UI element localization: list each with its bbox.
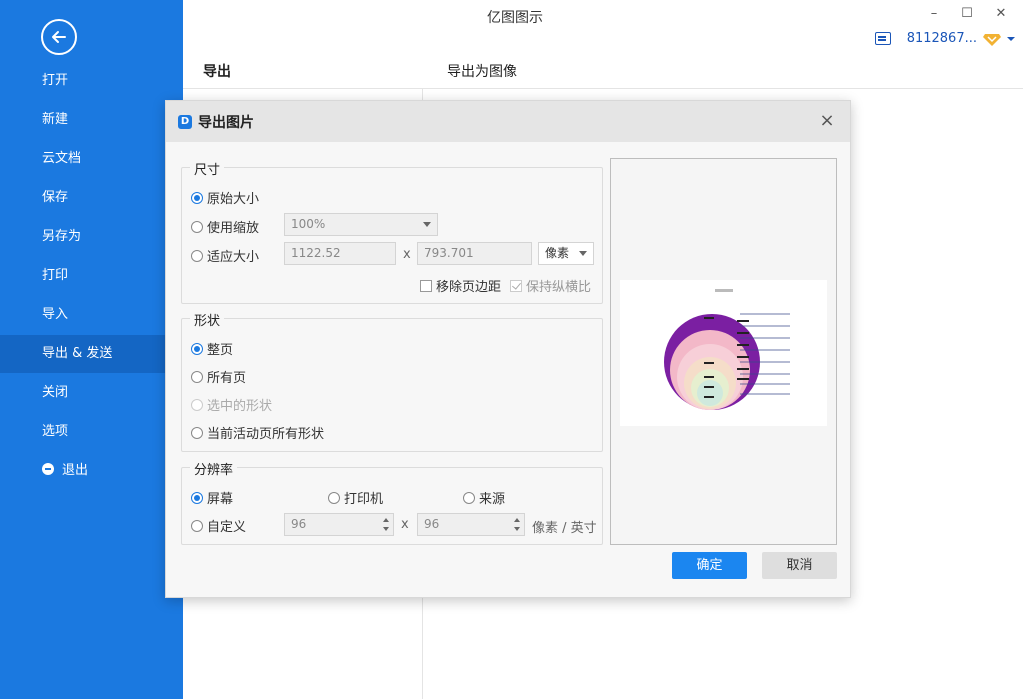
radio-label: 整页: [207, 343, 234, 358]
sidebar-item-label: 导入: [42, 307, 69, 322]
shape-legend: 形状: [190, 310, 225, 329]
chevron-down-icon: [579, 251, 587, 256]
vip-diamond-icon[interactable]: [983, 32, 1001, 46]
sidebar-item-label: 另存为: [42, 229, 82, 244]
user-id[interactable]: 8112867...: [907, 31, 977, 46]
resolution-legend: 分辨率: [190, 459, 238, 478]
dpi-unit-label: 像素 / 英寸: [532, 521, 597, 536]
checkbox-label: 保持纵横比: [526, 280, 592, 295]
unit-select[interactable]: 像素: [538, 242, 594, 265]
export-preview: [610, 158, 837, 545]
sidebar-item-import[interactable]: 导入: [0, 296, 183, 334]
sidebar-item-label: 导出 & 发送: [42, 346, 113, 361]
radio-original-size[interactable]: 原始大小: [191, 188, 259, 207]
chevron-down-icon[interactable]: [1007, 36, 1015, 42]
radio-label: 使用缩放: [207, 221, 260, 236]
sidebar-item-label: 退出: [62, 463, 89, 478]
chevron-down-icon: [423, 222, 431, 227]
size-legend: 尺寸: [190, 159, 225, 178]
preview-page: [620, 280, 827, 426]
remove-margin-checkbox[interactable]: 移除页边距: [420, 276, 501, 295]
sidebar-item-label: 选项: [42, 424, 69, 439]
radio-label: 打印机: [344, 492, 384, 507]
close-icon[interactable]: ×: [818, 112, 836, 130]
sidebar-item-label: 打开: [42, 73, 69, 88]
sidebar-item-save-as[interactable]: 另存为: [0, 218, 183, 256]
window-title: 亿图图示: [487, 10, 543, 26]
sidebar-item-save[interactable]: 保存: [0, 179, 183, 217]
backstage-sidebar: 打开 新建 云文档 保存 另存为 打印 导入 导出 & 发送 关闭 选项 退出: [0, 0, 183, 699]
radio-label: 当前活动页所有形状: [207, 427, 325, 442]
radio-label: 适应大小: [207, 250, 260, 265]
dialog-title: 导出图片: [198, 114, 254, 131]
dpi-y-value: 96: [424, 517, 440, 531]
sidebar-item-options[interactable]: 选项: [0, 413, 183, 451]
radio-label: 原始大小: [207, 192, 260, 207]
spin-up-icon[interactable]: [383, 518, 389, 522]
radio-source[interactable]: 来源: [463, 488, 505, 507]
sidebar-item-label: 关闭: [42, 385, 69, 400]
sidebar-item-label: 新建: [42, 112, 69, 127]
export-image-dialog: D 导出图片 × 尺寸 原始大小 使用缩放 100% 适应大小 1122.52 …: [165, 100, 851, 598]
preview-diagram-thumbnail: [664, 289, 790, 410]
close-window-button[interactable]: ✕: [991, 4, 1011, 24]
sidebar-item-close[interactable]: 关闭: [0, 374, 183, 412]
radio-custom[interactable]: 自定义: [191, 516, 246, 535]
unit-value: 像素: [545, 246, 570, 260]
radio-label: 选中的形状: [207, 399, 273, 414]
height-value: 793.701: [424, 246, 474, 260]
sidebar-item-cloud[interactable]: 云文档: [0, 140, 183, 178]
cancel-button[interactable]: 取消: [762, 552, 837, 579]
times-sign: x: [403, 247, 411, 262]
sidebar-item-export-send[interactable]: 导出 & 发送: [0, 335, 183, 373]
back-button[interactable]: [41, 19, 77, 55]
width-input[interactable]: 1122.52: [284, 242, 396, 265]
dpi-y-stepper[interactable]: 96: [417, 513, 525, 536]
dpi-x-value: 96: [291, 517, 307, 531]
sidebar-item-print[interactable]: 打印: [0, 257, 183, 295]
height-input[interactable]: 793.701: [417, 242, 532, 265]
radio-label: 屏幕: [207, 492, 234, 507]
zoom-select[interactable]: 100%: [284, 213, 438, 236]
sidebar-item-open[interactable]: 打开: [0, 62, 183, 100]
zoom-value: 100%: [291, 217, 326, 231]
radio-fit-size[interactable]: 适应大小: [191, 246, 259, 265]
spin-down-icon[interactable]: [383, 527, 389, 531]
radio-printer[interactable]: 打印机: [328, 488, 383, 507]
spin-down-icon[interactable]: [514, 527, 520, 531]
sidebar-item-label: 保存: [42, 190, 69, 205]
ok-button[interactable]: 确定: [672, 552, 747, 579]
export-image-heading: 导出为图像: [447, 64, 517, 80]
sidebar-item-label: 云文档: [42, 151, 82, 166]
times-sign: x: [401, 517, 409, 532]
app-logo-icon: D: [178, 114, 192, 129]
radio-screen[interactable]: 屏幕: [191, 488, 233, 507]
keep-ratio-checkbox[interactable]: 保持纵横比: [510, 276, 591, 295]
maximize-button[interactable]: ☐: [957, 4, 977, 24]
dpi-x-stepper[interactable]: 96: [284, 513, 394, 536]
dialog-titlebar: D 导出图片: [166, 101, 850, 142]
radio-label: 所有页: [207, 371, 247, 386]
arrow-left-icon: [52, 31, 66, 43]
radio-whole-page[interactable]: 整页: [191, 339, 233, 358]
radio-all-pages[interactable]: 所有页: [191, 367, 246, 386]
checkbox-label: 移除页边距: [436, 280, 502, 295]
sidebar-item-exit[interactable]: 退出: [0, 452, 183, 490]
radio-label: 来源: [479, 492, 506, 507]
sidebar-item-label: 打印: [42, 268, 69, 283]
radio-active-page-shapes[interactable]: 当前活动页所有形状: [191, 423, 324, 442]
chat-icon[interactable]: [874, 32, 891, 45]
sidebar-item-new[interactable]: 新建: [0, 101, 183, 139]
export-heading: 导出: [203, 64, 231, 80]
radio-label: 自定义: [207, 520, 247, 535]
user-area: 8112867...: [874, 31, 1015, 46]
exit-icon: [42, 463, 54, 475]
spin-up-icon[interactable]: [514, 518, 520, 522]
minimize-button[interactable]: –: [924, 4, 944, 24]
radio-use-zoom[interactable]: 使用缩放: [191, 217, 259, 236]
width-value: 1122.52: [291, 246, 341, 260]
radio-selected-shapes[interactable]: 选中的形状: [191, 395, 272, 414]
